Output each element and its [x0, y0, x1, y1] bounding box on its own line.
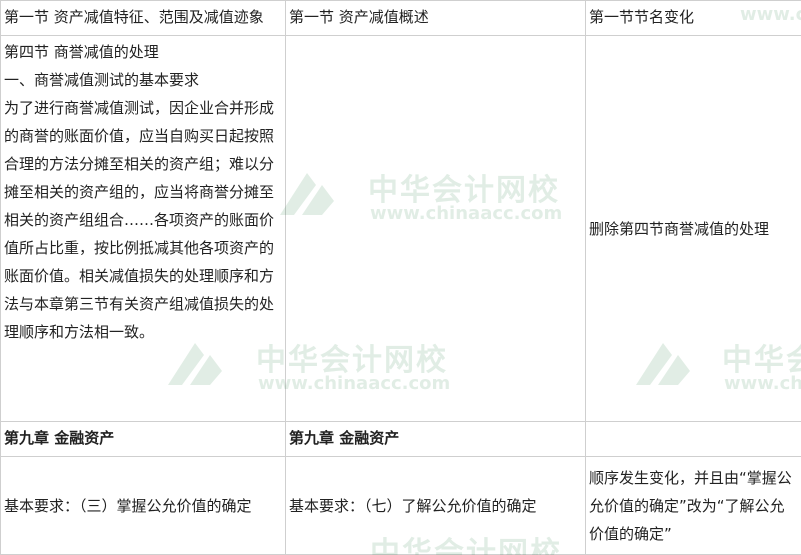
header-cell-new-section: 第一节 资产减值概述: [285, 0, 586, 36]
table-row-fair-value: 基本要求：（三）掌握公允价值的确定 基本要求：（七）了解公允价值的确定 顺序发生…: [0, 456, 801, 555]
table-row-chapter: 第九章 金融资产 第九章 金融资产: [0, 421, 801, 457]
goodwill-subtitle: 一、商誉减值测试的基本要求: [4, 71, 200, 89]
comparison-table: 第一节 资产减值特征、范围及减值迹象 第一节 资产减值概述 第一节节名变化 第四…: [0, 0, 801, 555]
goodwill-old-cell: 第四节 商誉减值的处理 一、商誉减值测试的基本要求 为了进行商誉减值测试，因企业…: [0, 35, 286, 422]
fair-value-change-cell: 顺序发生变化，并且由“掌握公允价值的确定”改为“了解公允价值的确定”: [585, 456, 801, 555]
fair-value-new-cell: 基本要求：（七）了解公允价值的确定: [285, 456, 586, 555]
table-header-row: 第一节 资产减值特征、范围及减值迹象 第一节 资产减值概述 第一节节名变化: [0, 0, 801, 36]
goodwill-change-cell: 删除第四节商誉减值的处理: [585, 35, 801, 422]
table-row-goodwill: 第四节 商誉减值的处理 一、商誉减值测试的基本要求 为了进行商誉减值测试，因企业…: [0, 35, 801, 422]
chapter-new-cell: 第九章 金融资产: [285, 421, 586, 457]
chapter-old-cell: 第九章 金融资产: [0, 421, 286, 457]
chapter-change-cell: [585, 421, 801, 457]
goodwill-section-title: 第四节 商誉减值的处理: [4, 43, 159, 61]
goodwill-body-text: 为了进行商誉减值测试，因企业合并形成的商誉的账面价值，应当自购买日起按照合理的方…: [4, 99, 275, 341]
goodwill-new-cell: [285, 35, 586, 422]
fair-value-old-cell: 基本要求：（三）掌握公允价值的确定: [0, 456, 286, 555]
header-cell-old-section: 第一节 资产减值特征、范围及减值迹象: [0, 0, 286, 36]
header-cell-change: 第一节节名变化: [585, 0, 801, 36]
